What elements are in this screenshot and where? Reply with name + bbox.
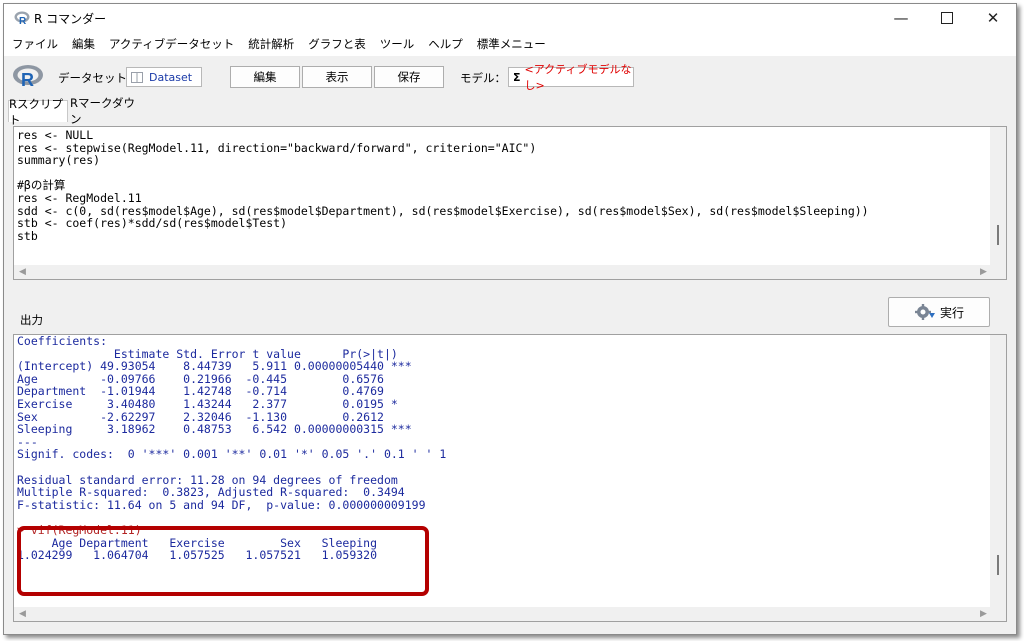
script-text[interactable]: res <- NULL res <- stepwise(RegModel.11,…	[17, 129, 869, 242]
model-label: モデル：	[460, 71, 506, 85]
tab-r-script[interactable]: Rスクリプト	[8, 97, 68, 127]
vif-highlight-box	[17, 526, 429, 596]
output-scroll-thumb[interactable]	[997, 555, 999, 575]
run-button-label: 実行	[939, 305, 964, 320]
r-commander-window: R R コマンダー — ✕ ファイル 編集 アクティブデータセット 統計解析 グ…	[3, 3, 1017, 635]
script-tabs: Rスクリプト Rマークダウン	[4, 96, 1016, 127]
save-dataset-button[interactable]: 保存	[374, 66, 444, 88]
scroll-right-icon[interactable]: ▶	[980, 609, 987, 619]
edit-dataset-button[interactable]: 編集	[230, 66, 300, 88]
maximize-icon	[941, 12, 953, 24]
menu-help[interactable]: ヘルプ	[428, 36, 463, 52]
output-label: 出力	[20, 313, 43, 327]
tab-r-markdown[interactable]: Rマークダウン	[70, 96, 140, 126]
sigma-icon: Σ	[513, 70, 521, 84]
menu-active-dataset[interactable]: アクティブデータセット	[109, 36, 234, 52]
toolbar: R データセット： Dataset 編集 表示 保存 モデル： Σ <アクティブ…	[4, 56, 1016, 96]
menu-tools[interactable]: ツール	[380, 36, 415, 52]
close-button[interactable]: ✕	[970, 4, 1016, 32]
view-dataset-button[interactable]: 表示	[302, 66, 372, 88]
menu-statistics[interactable]: 統計解析	[248, 36, 294, 52]
output-vertical-scrollbar[interactable]	[990, 335, 1006, 607]
svg-text:R: R	[21, 70, 34, 88]
window-title: R コマンダー	[34, 12, 107, 26]
r-logo-icon: R	[13, 65, 43, 88]
script-scroll-thumb[interactable]	[997, 225, 999, 245]
scroll-left-icon[interactable]: ◀	[19, 609, 26, 619]
minimize-icon: —	[893, 9, 909, 27]
scroll-left-icon[interactable]: ◀	[19, 267, 26, 277]
minimize-button[interactable]: —	[878, 4, 924, 32]
menu-graphs[interactable]: グラフと表	[308, 36, 366, 52]
table-icon	[131, 71, 143, 83]
model-name: <アクティブモデルなし>	[524, 63, 632, 92]
maximize-button[interactable]	[924, 4, 970, 32]
script-editor[interactable]: res <- NULL res <- stepwise(RegModel.11,…	[13, 126, 1007, 280]
r-app-icon: R	[14, 11, 30, 26]
script-horizontal-scrollbar[interactable]: ◀ ▶	[14, 265, 1006, 279]
close-icon: ✕	[986, 9, 1000, 27]
run-button[interactable]: 実行	[888, 297, 990, 327]
title-bar: R R コマンダー — ✕	[4, 4, 1016, 32]
menu-standard[interactable]: 標準メニュー	[477, 36, 546, 52]
dataset-name: Dataset	[149, 70, 193, 84]
menu-edit[interactable]: 編集	[72, 36, 95, 52]
gear-run-icon	[914, 304, 935, 320]
menu-file[interactable]: ファイル	[12, 36, 58, 52]
svg-text:R: R	[19, 16, 27, 26]
menu-bar: ファイル 編集 アクティブデータセット 統計解析 グラフと表 ツール ヘルプ 標…	[4, 32, 1016, 56]
model-selector[interactable]: Σ <アクティブモデルなし>	[508, 63, 634, 92]
scroll-right-icon[interactable]: ▶	[980, 267, 987, 277]
script-vertical-scrollbar[interactable]	[990, 127, 1006, 265]
dataset-selector[interactable]: Dataset	[126, 67, 202, 87]
output-horizontal-scrollbar[interactable]: ◀ ▶	[14, 607, 1006, 621]
